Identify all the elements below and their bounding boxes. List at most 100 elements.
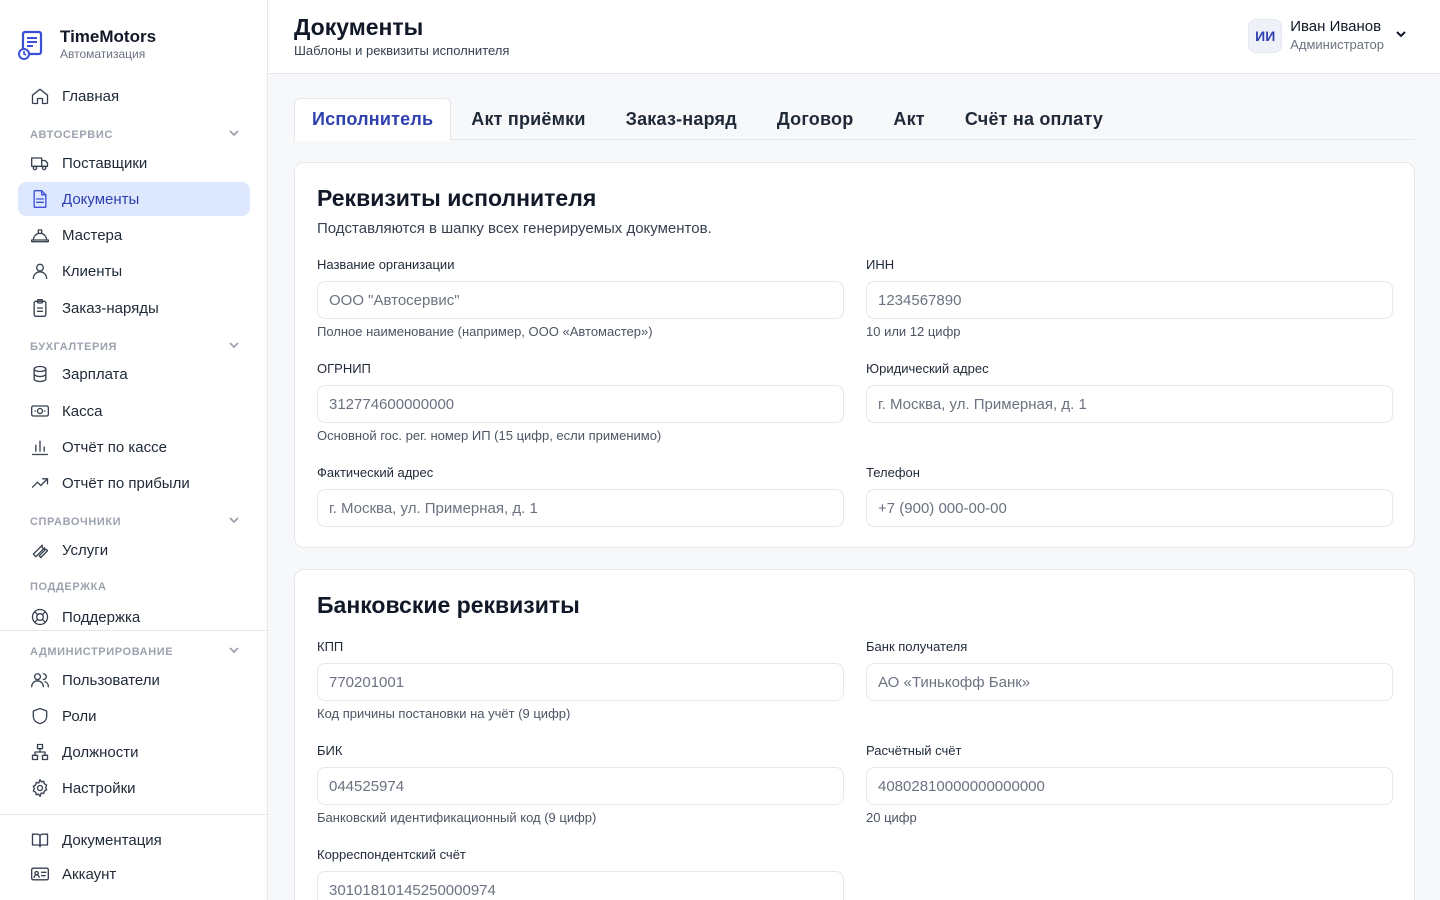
legal-address-input[interactable]	[866, 385, 1393, 423]
user-icon	[30, 261, 50, 281]
section-autoservice[interactable]: Автосервис	[30, 127, 240, 142]
sidebar-item-positions[interactable]: Должности	[18, 735, 250, 769]
card-title: Реквизиты исполнителя	[317, 185, 597, 211]
sidebar-item-account[interactable]: Аккаунт	[18, 857, 250, 891]
sidebar-item-label: Зарплата	[62, 365, 128, 383]
bank-details-card: Банковские реквизиты КПП Код причины пос…	[294, 569, 1415, 900]
lifebuoy-icon	[30, 607, 50, 627]
sidebar-item-label: Поддержка	[62, 608, 141, 626]
legal-address-field: Юридический адрес	[866, 361, 1393, 423]
phone-input[interactable]	[866, 489, 1393, 527]
sidebar-item-cash-report[interactable]: Отчёт по кассе	[18, 430, 250, 464]
tab-invoice[interactable]: Счёт на оплату	[945, 98, 1123, 140]
inn-input[interactable]	[866, 281, 1393, 319]
users-icon	[30, 670, 50, 690]
gear-icon	[30, 778, 50, 798]
section-reference[interactable]: Справочники	[30, 514, 240, 529]
sidebar-item-users[interactable]: Пользователи	[18, 663, 250, 697]
field-label: Юридический адрес	[866, 361, 989, 376]
sidebar-item-services[interactable]: Услуги	[18, 533, 250, 567]
brand-name: TimeMotors	[60, 27, 157, 46]
field-label: ИНН	[866, 257, 895, 272]
kpp-field: КПП Код причины постановки на учёт (9 ци…	[317, 639, 844, 721]
logo-icon	[18, 30, 43, 60]
sidebar-item-profit-report[interactable]: Отчёт по прибыли	[18, 466, 250, 500]
field-label: ОГРНИП	[317, 361, 371, 376]
id-card-icon	[30, 864, 50, 884]
bik-input[interactable]	[317, 767, 844, 805]
phone-field: Телефон	[866, 465, 1393, 527]
sidebar-item-label: Пользователи	[62, 671, 160, 689]
bank-name-field: Банк получателя	[866, 639, 1393, 701]
chevron-down-icon	[228, 514, 240, 529]
coins-icon	[30, 364, 50, 384]
user-menu[interactable]: ИИ Иван Иванов Администратор	[1248, 18, 1408, 54]
actual-address-field: Фактический адрес	[317, 465, 844, 527]
sidebar-item-label: Настройки	[62, 779, 136, 797]
ogrnip-input[interactable]	[317, 385, 844, 423]
banknote-icon	[30, 401, 50, 421]
sidebar-item-support[interactable]: Поддержка	[18, 600, 250, 634]
sidebar-item-label: Касса	[62, 402, 103, 420]
org-name-input[interactable]	[317, 281, 844, 319]
tab-acceptance-act[interactable]: Акт приёмки	[451, 98, 605, 140]
home-icon	[30, 86, 50, 106]
field-label: Банк получателя	[866, 639, 968, 654]
section-accounting[interactable]: Бухгалтерия	[30, 339, 240, 354]
sidebar-item-settings[interactable]: Настройки	[18, 771, 250, 805]
sidebar-item-roles[interactable]: Роли	[18, 699, 250, 733]
field-label: Корреспондентский счёт	[317, 847, 466, 862]
bik-field: БИК Банковский идентификационный код (9 …	[317, 743, 844, 825]
sidebar-item-label: Роли	[62, 707, 97, 725]
user-name: Иван Иванов	[1290, 18, 1382, 35]
tab-executor[interactable]: Исполнитель	[294, 98, 452, 141]
section-label: Администрирование	[30, 645, 174, 658]
tab-work-order[interactable]: Заказ-наряд	[606, 98, 757, 140]
kpp-input[interactable]	[317, 663, 844, 701]
bank-name-input[interactable]	[866, 663, 1393, 701]
section-admin[interactable]: Администрирование	[30, 644, 240, 659]
sidebar-item-label: Отчёт по кассе	[62, 438, 167, 456]
sidebar-item-home[interactable]: Главная	[18, 79, 250, 113]
sidebar-item-label: Клиенты	[62, 262, 123, 280]
account-input[interactable]	[866, 767, 1393, 805]
sidebar-item-masters[interactable]: Мастера	[18, 218, 250, 252]
org-name-field: Название организации Полное наименование…	[317, 257, 844, 339]
sidebar-item-label: Заказ-наряды	[62, 299, 159, 317]
field-hint: Код причины постановки на учёт (9 цифр)	[317, 706, 571, 721]
sidebar-divider	[0, 630, 268, 631]
tab-act[interactable]: Акт	[873, 98, 944, 140]
sidebar-item-suppliers[interactable]: Поставщики	[18, 146, 250, 180]
sidebar-item-label: Поставщики	[62, 154, 148, 172]
tab-contract[interactable]: Договор	[757, 98, 874, 140]
shield-icon	[30, 706, 50, 726]
field-label: Фактический адрес	[317, 465, 434, 480]
corr-account-input[interactable]	[317, 871, 844, 900]
card-description: Подставляются в шапку всех генерируемых …	[317, 220, 712, 237]
trending-up-icon	[30, 473, 50, 493]
field-hint: 10 или 12 цифр	[866, 324, 961, 339]
chevron-down-icon	[1394, 27, 1408, 46]
sidebar-item-cashbox[interactable]: Касса	[18, 394, 250, 428]
field-hint: Основной гос. рег. номер ИП (15 цифр, ес…	[317, 428, 662, 443]
org-chart-icon	[30, 742, 50, 762]
chevron-down-icon	[228, 339, 240, 354]
field-hint: Банковский идентификационный код (9 цифр…	[317, 810, 597, 825]
sidebar-divider	[0, 814, 268, 815]
sidebar-item-clients[interactable]: Клиенты	[18, 254, 250, 288]
actual-address-input[interactable]	[317, 489, 844, 527]
page-subtitle: Шаблоны и реквизиты исполнителя	[294, 43, 510, 58]
brand[interactable]: TimeMotors Автоматизация	[18, 28, 156, 62]
user-role: Администратор	[1290, 37, 1384, 52]
corr-account-field: Корреспондентский счёт	[317, 847, 844, 900]
sidebar-item-documents[interactable]: Документы	[18, 182, 250, 216]
field-label: Расчётный счёт	[866, 743, 962, 758]
sidebar-item-label: Документы	[62, 190, 140, 208]
document-icon	[30, 189, 50, 209]
sidebar-item-salary[interactable]: Зарплата	[18, 357, 250, 391]
sidebar-item-orders[interactable]: Заказ-наряды	[18, 291, 250, 325]
chevron-down-icon	[228, 644, 240, 659]
sidebar-item-label: Мастера	[62, 226, 123, 244]
ogrnip-field: ОГРНИП Основной гос. рег. номер ИП (15 ц…	[317, 361, 844, 443]
sidebar-item-docs[interactable]: Документация	[18, 823, 250, 857]
